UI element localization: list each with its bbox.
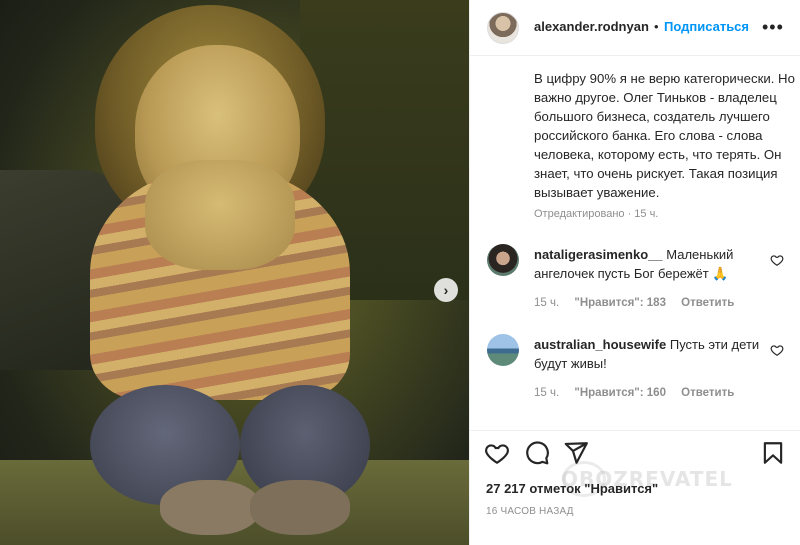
commenter-avatar[interactable]: [487, 334, 519, 366]
next-image-button[interactable]: ›: [434, 278, 458, 302]
reply-button[interactable]: Ответить: [681, 297, 734, 309]
comment-icon[interactable]: [524, 440, 550, 466]
comment-body: australian_housewife Пусть эти дети буду…: [534, 335, 766, 373]
post-side-panel: alexander.rodnyan • Подписаться ••• В ци…: [469, 0, 800, 545]
comment-like-icon[interactable]: [770, 253, 784, 267]
post-actions: OBOZREVATEL 27 217 отметок "Нравится" 16…: [470, 430, 800, 540]
image-child-shoe-right: [250, 480, 350, 535]
bookmark-icon[interactable]: [760, 440, 786, 466]
image-child-shoe-left: [160, 480, 260, 535]
heart-icon[interactable]: [484, 440, 510, 466]
comment-likes[interactable]: "Нравится": 183: [574, 297, 666, 309]
comment-like-icon[interactable]: [770, 343, 784, 357]
comment-likes[interactable]: "Нравится": 160: [574, 387, 666, 399]
post-time-ago: 16 ЧАСОВ НАЗАД: [486, 506, 574, 517]
comment-meta: 15 ч. "Нравится": 183 Ответить: [534, 297, 734, 309]
header-separator: •: [654, 19, 659, 34]
comment-time: 15 ч.: [534, 387, 560, 399]
commenter-username[interactable]: nataligerasimenko__: [534, 247, 663, 262]
share-icon[interactable]: [563, 440, 589, 466]
post-image: ›: [0, 0, 469, 545]
author-username[interactable]: alexander.rodnyan: [534, 19, 649, 34]
post-header: alexander.rodnyan • Подписаться •••: [470, 0, 800, 56]
more-options-icon[interactable]: •••: [762, 18, 784, 36]
comment-body: nataligerasimenko__ Маленький ангелочек …: [534, 245, 766, 283]
commenter-username[interactable]: australian_housewife: [534, 337, 666, 352]
reply-button[interactable]: Ответить: [681, 387, 734, 399]
author-avatar[interactable]: [487, 12, 519, 44]
chevron-right-icon: ›: [443, 282, 449, 298]
likes-count[interactable]: 27 217 отметок "Нравится": [486, 481, 658, 496]
follow-button[interactable]: Подписаться: [664, 19, 749, 34]
image-child-hands: [145, 160, 295, 270]
commenter-avatar[interactable]: [487, 244, 519, 276]
post-caption: В цифру 90% я не верю категорически. Но …: [534, 71, 795, 200]
caption-edited-meta: Отредактировано · 15 ч.: [534, 208, 659, 220]
comment-time: 15 ч.: [534, 297, 560, 309]
comment-meta: 15 ч. "Нравится": 160 Ответить: [534, 387, 734, 399]
